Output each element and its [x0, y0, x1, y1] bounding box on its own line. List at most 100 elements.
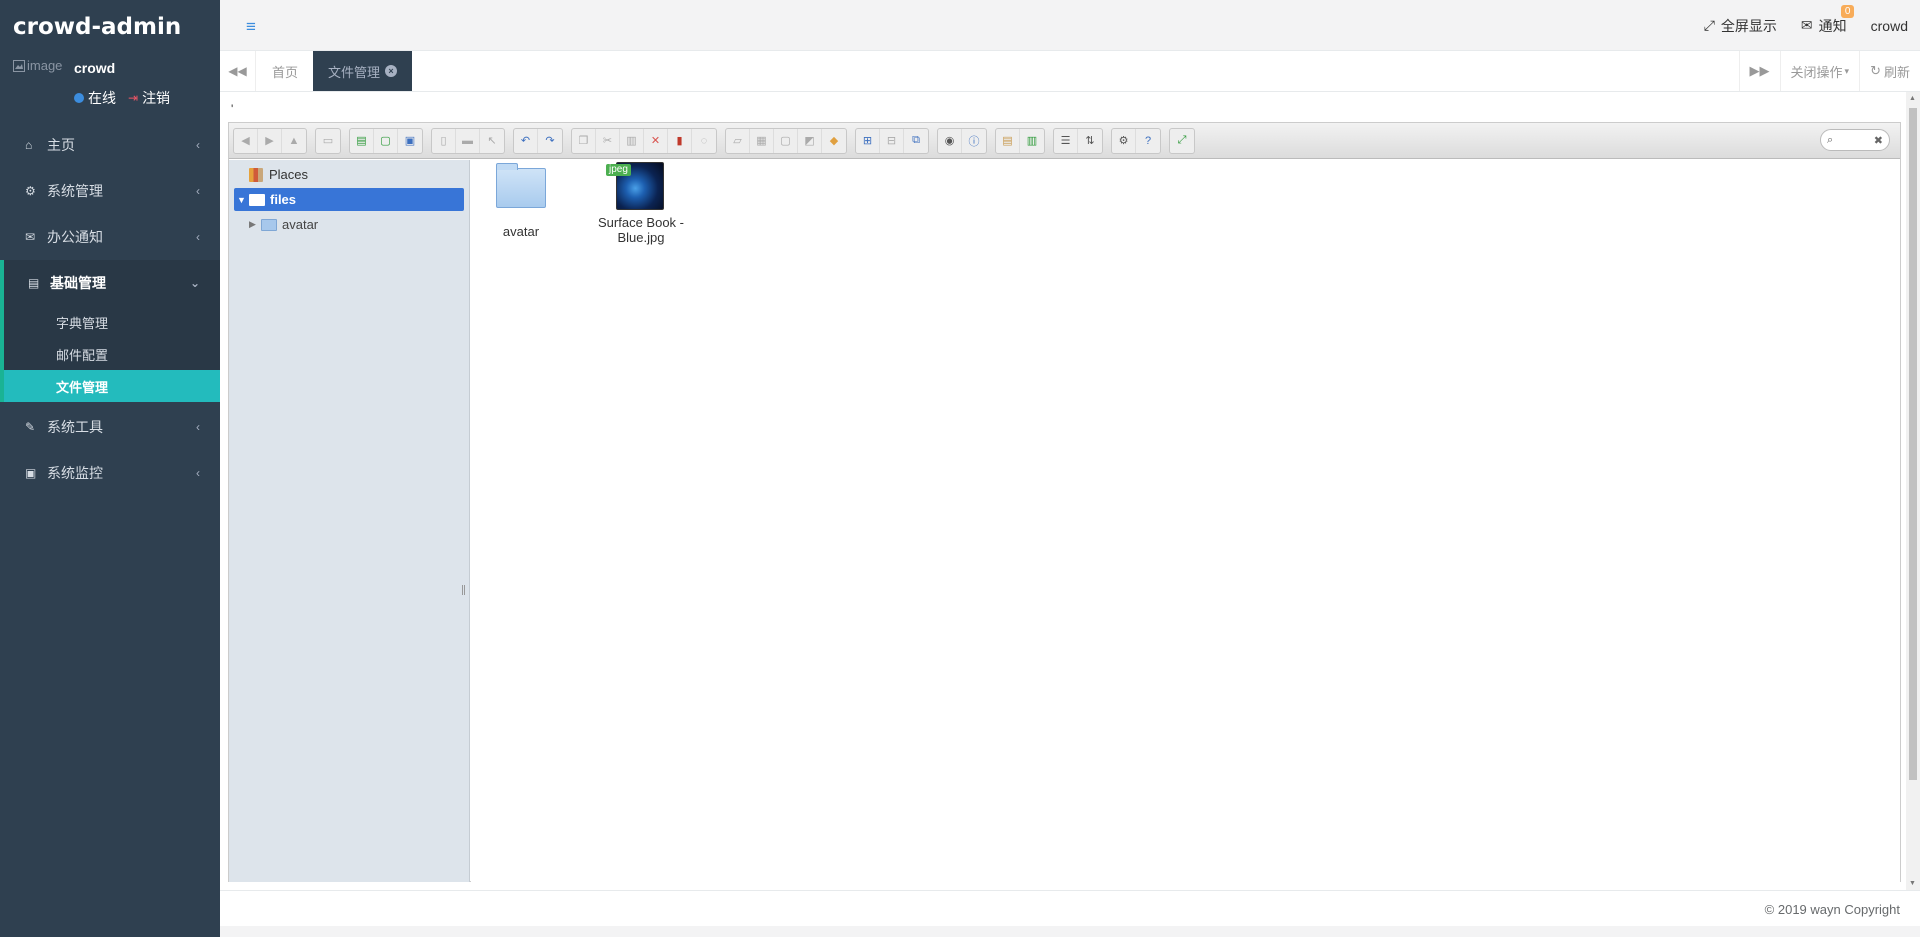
paste-icon[interactable]: ▥ [620, 128, 644, 153]
chevron-left-icon: ‹ [196, 466, 200, 480]
scroll-down-icon[interactable]: ▼ [1909, 880, 1916, 887]
download-icon[interactable]: ▬ [456, 128, 480, 153]
tree-item-files[interactable]: ▼ files [234, 188, 464, 211]
select-all-icon[interactable]: ⊞ [856, 128, 880, 153]
submenu-item-dict[interactable]: 字典管理 [4, 306, 220, 338]
select-invert-icon[interactable]: ⧉ [904, 129, 928, 153]
gear-icon: ⚙ [25, 184, 36, 198]
undo-icon[interactable]: ↶ [514, 128, 538, 153]
caret-right-icon[interactable]: ▶ [249, 219, 261, 230]
scroll-up-icon[interactable]: ▲ [1909, 95, 1916, 102]
file-item-image[interactable]: jpeg Surface Book - Blue.jpg [591, 162, 691, 245]
save-icon[interactable]: ▣ [398, 129, 422, 153]
sidebar-menu-lower: ✎ 系统工具 ‹ ▣ 系统监控 ‹ [0, 404, 220, 496]
page-tabs: 首页 文件管理 × [257, 51, 413, 91]
tabs-scroll-right-button[interactable]: ▶▶ [1738, 51, 1780, 91]
netmount-icon[interactable]: ▥ [1020, 129, 1044, 153]
close-ops-dropdown[interactable]: 关闭操作 ▾ [1779, 51, 1860, 91]
info-icon[interactable]: ⓘ [962, 129, 986, 153]
mkdir-icon[interactable]: ▤ [350, 128, 374, 153]
fullscreen-icon[interactable]: ⤢ [1170, 129, 1194, 153]
tree-item-avatar[interactable]: ▶ avatar [229, 213, 469, 236]
getfile-icon[interactable]: ↖ [480, 129, 504, 153]
sidebar-item-label: 主页 [47, 137, 75, 153]
sidebar: crowd-admin image crowd 在线 ⇥ 注销 ⌂ 主页 ‹ ⚙ [0, 0, 220, 937]
sidebar-item-label: 系统管理 [47, 183, 103, 199]
header-user[interactable]: crowd [1871, 18, 1908, 34]
delete-icon[interactable]: ✕ [644, 128, 668, 153]
tabs-scroll-left-button[interactable]: ◀◀ [220, 51, 256, 91]
home-folder-icon[interactable]: ▭ [316, 129, 340, 153]
avatar[interactable]: image [13, 58, 62, 73]
close-ops-label: 关闭操作 [1790, 64, 1843, 80]
broken-image-icon [13, 59, 25, 72]
fullscreen-label: 全屏显示 [1720, 17, 1777, 34]
stray-text: ' [231, 102, 234, 116]
preview-eye-icon[interactable]: ◉ [938, 128, 962, 153]
avatar-alt-text: image [27, 58, 63, 73]
back-icon[interactable]: ◀ [234, 128, 258, 153]
page-scrollbar[interactable]: ▲ ▼ [1906, 92, 1920, 890]
sidebar-item-tools[interactable]: ✎ 系统工具 ‹ [0, 404, 220, 450]
archive-icon[interactable]: ◆ [822, 129, 846, 153]
bottom-strip [220, 926, 1920, 937]
toolbar-group-home: ▭ [315, 127, 341, 154]
tab-file-manager[interactable]: 文件管理 × [313, 51, 413, 91]
toolbar-group-places: ▤ ▥ [995, 127, 1045, 154]
refresh-button[interactable]: ↻ 刷新 [1859, 51, 1920, 91]
settings-icon[interactable]: ⚙ [1112, 128, 1136, 153]
open-icon[interactable]: ▯ [432, 128, 456, 153]
duplicate-icon[interactable]: ▱ [726, 128, 750, 153]
hide-icon[interactable]: ◌ [692, 129, 716, 153]
logout-link[interactable]: 注销 [142, 88, 170, 108]
pane-resize-handle[interactable] [462, 585, 465, 595]
toolbar-group-undo: ↶ ↷ [513, 127, 563, 154]
chevron-left-icon: ‹ [196, 230, 200, 244]
sidebar-menu: ⌂ 主页 ‹ ⚙ 系统管理 ‹ ✉ 办公通知 ‹ ▤ 基础管理 ⌄ [0, 122, 220, 306]
menu-toggle-icon[interactable]: ≡ [246, 17, 256, 37]
envelope-icon: ✉ [25, 230, 36, 244]
home-icon: ⌂ [25, 138, 33, 152]
mkfile-icon[interactable]: ▢ [374, 128, 398, 153]
tab-home[interactable]: 首页 [257, 51, 313, 91]
search-input[interactable] [1835, 134, 1872, 146]
sidebar-item-basic[interactable]: ▤ 基础管理 ⌄ [0, 260, 220, 306]
file-icon-wrap [496, 163, 546, 216]
file-item-folder[interactable]: avatar [471, 162, 571, 239]
fullscreen-button[interactable]: ⤢ 全屏显示 [1704, 16, 1777, 36]
tree-label: files [270, 192, 297, 207]
resize-icon[interactable]: ◩ [798, 128, 822, 153]
sidebar-item-label: 基础管理 [50, 275, 106, 291]
tree-item-places[interactable]: Places [229, 163, 469, 186]
search-box[interactable]: ⌕ ✖ [1820, 129, 1890, 151]
forward-icon[interactable]: ▶ [258, 128, 282, 153]
rename-icon[interactable]: ▦ [750, 128, 774, 153]
sidebar-item-monitor[interactable]: ▣ 系统监控 ‹ [0, 450, 220, 496]
edit-icon[interactable]: ▢ [774, 128, 798, 153]
clear-search-icon[interactable]: ✖ [1874, 134, 1883, 147]
sidebar-item-system[interactable]: ⚙ 系统管理 ‹ [0, 168, 220, 214]
help-icon[interactable]: ? [1136, 129, 1160, 153]
empty-icon[interactable]: ▮ [668, 128, 692, 153]
sidebar-item-home[interactable]: ⌂ 主页 ‹ [0, 122, 220, 168]
close-icon[interactable]: × [385, 65, 398, 77]
file-name: Surface Book - Blue.jpg [598, 215, 684, 245]
toolbar-group-select: ⊞ ⊟ ⧉ [855, 127, 929, 154]
scroll-thumb[interactable] [1909, 108, 1917, 780]
folder-icon [249, 193, 265, 206]
notify-button[interactable]: ✉ 通知 0 [1801, 4, 1855, 36]
list-view-icon[interactable]: ☰ [1054, 128, 1078, 153]
redo-icon[interactable]: ↷ [538, 129, 562, 153]
brand-title: crowd-admin [13, 14, 182, 40]
submenu-item-files[interactable]: 文件管理 [4, 370, 220, 402]
sort-icon[interactable]: ⇅ [1078, 129, 1102, 153]
cut-icon[interactable]: ✂ [596, 128, 620, 153]
up-icon[interactable]: ▲ [282, 129, 306, 153]
chevron-left-icon: ‹ [196, 420, 200, 434]
toolbar-group-create: ▤ ▢ ▣ [349, 127, 423, 154]
submenu-item-mail[interactable]: 邮件配置 [4, 338, 220, 370]
select-none-icon[interactable]: ⊟ [880, 128, 904, 153]
sidebar-item-notice[interactable]: ✉ 办公通知 ‹ [0, 214, 220, 260]
extract-icon[interactable]: ▤ [996, 128, 1020, 153]
copy-icon[interactable]: ❐ [572, 128, 596, 153]
